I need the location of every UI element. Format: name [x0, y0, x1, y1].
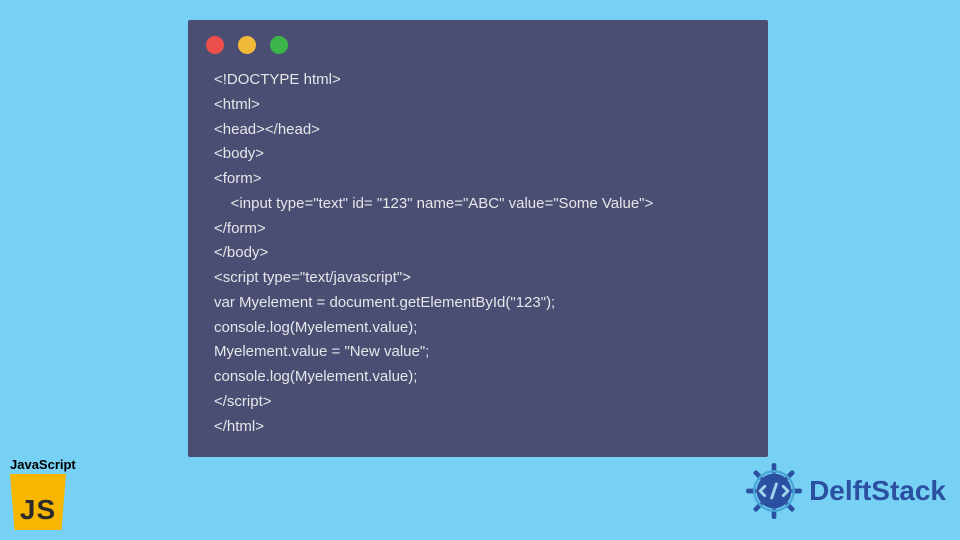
code-block: <!DOCTYPE html> <html> <head></head> <bo… — [188, 64, 768, 439]
brand-logo: DelftStack — [745, 462, 946, 520]
minimize-icon[interactable] — [238, 36, 256, 54]
maximize-icon[interactable] — [270, 36, 288, 54]
close-icon[interactable] — [206, 36, 224, 54]
javascript-label: JavaScript — [10, 457, 76, 472]
window-titlebar — [188, 20, 768, 64]
javascript-badge: JavaScript JS — [10, 457, 76, 530]
brand-name: DelftStack — [809, 475, 946, 507]
code-window: <!DOCTYPE html> <html> <head></head> <bo… — [188, 20, 768, 457]
javascript-logo-icon: JS — [10, 474, 66, 530]
javascript-logo-text: JS — [20, 494, 56, 526]
delftstack-gear-icon — [745, 462, 803, 520]
